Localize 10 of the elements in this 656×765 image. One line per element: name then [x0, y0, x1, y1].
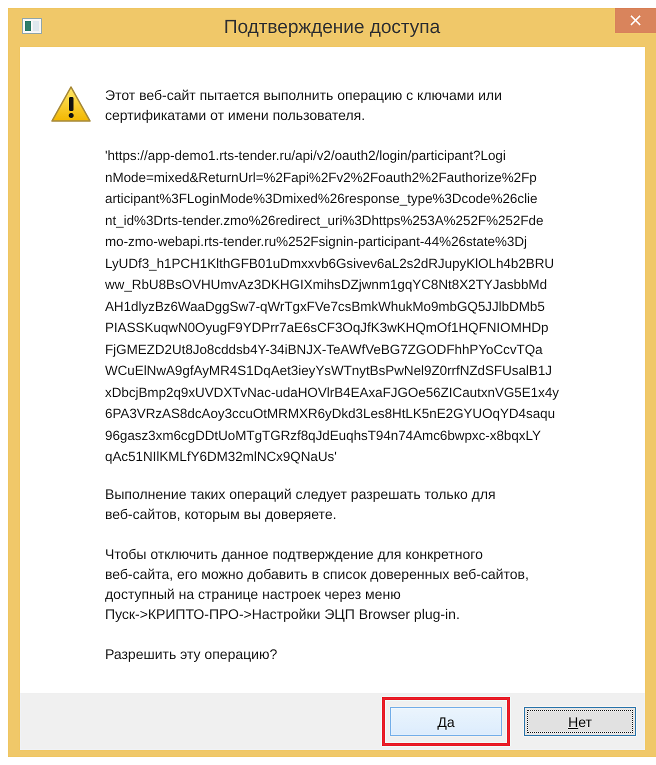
url-text: 'https://app-demo1.rts-tender.ru/api/v2/oauth2/login/participant?Logi nMode=mixed&ReturnUrl=%2Fapi%2Fv2%2Foauth2%2Fauthorize%2Fp articipant%3FLoginMode%3Dmixed%26response_type%3Dcode%26clie nt_id%3Drts-tender.zmo%26redirect_uri%3Dhttps%253A%252F%252Fde mo-zmo-webapi.rts-tender.ru%252Fsignin-participant-44%26state%3Dj LyUDf3_h1PCH1KlthGFB01uDmxxvb6Gsivev6aL2s2dRJupyKlOLh4b2BRU ww_RbU8BsOVHUmvAz3DKHGIXmihsDZjwnm1gqYC8Nt8X2TYJasbbMd AH1dlyzBz6WaaDggSw7-qWrTgxFVe7csBmkWhukMo9mbGQ5JJlbDMb5 PIASSKuqwN0OyugF9YDPrr7aE6sCF3OqJfK3wKHQmOf1HQFNIOMHDp FjGMEZD2Ut8Jo8cddsb4Y-34iBNJX-TeAWfVeBG7ZGODFhhPYoCcvTQa WCuElNwA9gfAyMR4S1DqAet3ieyYsWTnytBsPwNel9Z0rrfNZdSFUsalB1J xDbcjBmp2q9xUVDXTvNac-udaHOVlrB4EAxaFJGOe56ZICautxnVG5E1x4y 6PA3VRzAS8dcAoy3ccuOtMRMXR6yDkd3Les8HtLK5nE2GYUOqYD4saqu 96gasz3xm6cgDDtUoMTgTGRzf8qJdEuqhsT94n74Amc6bwpxc-x8bqxLY qAc51NIlKMLfY6DM32mlNCx9QNaUs' [105, 147, 560, 466]
dialog-button[interactable]: Да [390, 707, 502, 736]
message-text: Чтобы отключить данное подтверждение для конкретного веб-сайта, его можно добавить в список доверенных веб-сайтов, доступный на странице настроек через меню Пуск->КРИПТО-ПРО->Настройки ЭЦП Browser plug-in. [105, 544, 530, 624]
window-title: Подтверждение доступа [224, 16, 440, 38]
window-icon [22, 18, 42, 34]
message-text: Разрешить эту операцию? [105, 644, 278, 664]
message-text: Этот веб-сайт пытается выполнить операцию с ключами или сертификатами от имени пользователя. [105, 86, 503, 125]
dialog-button[interactable]: Нет [524, 707, 636, 736]
message-text: Выполнение таких операций следует разрешать только для веб-сайтов, которым вы доверяете. [105, 484, 497, 524]
warning-icon [50, 85, 92, 123]
